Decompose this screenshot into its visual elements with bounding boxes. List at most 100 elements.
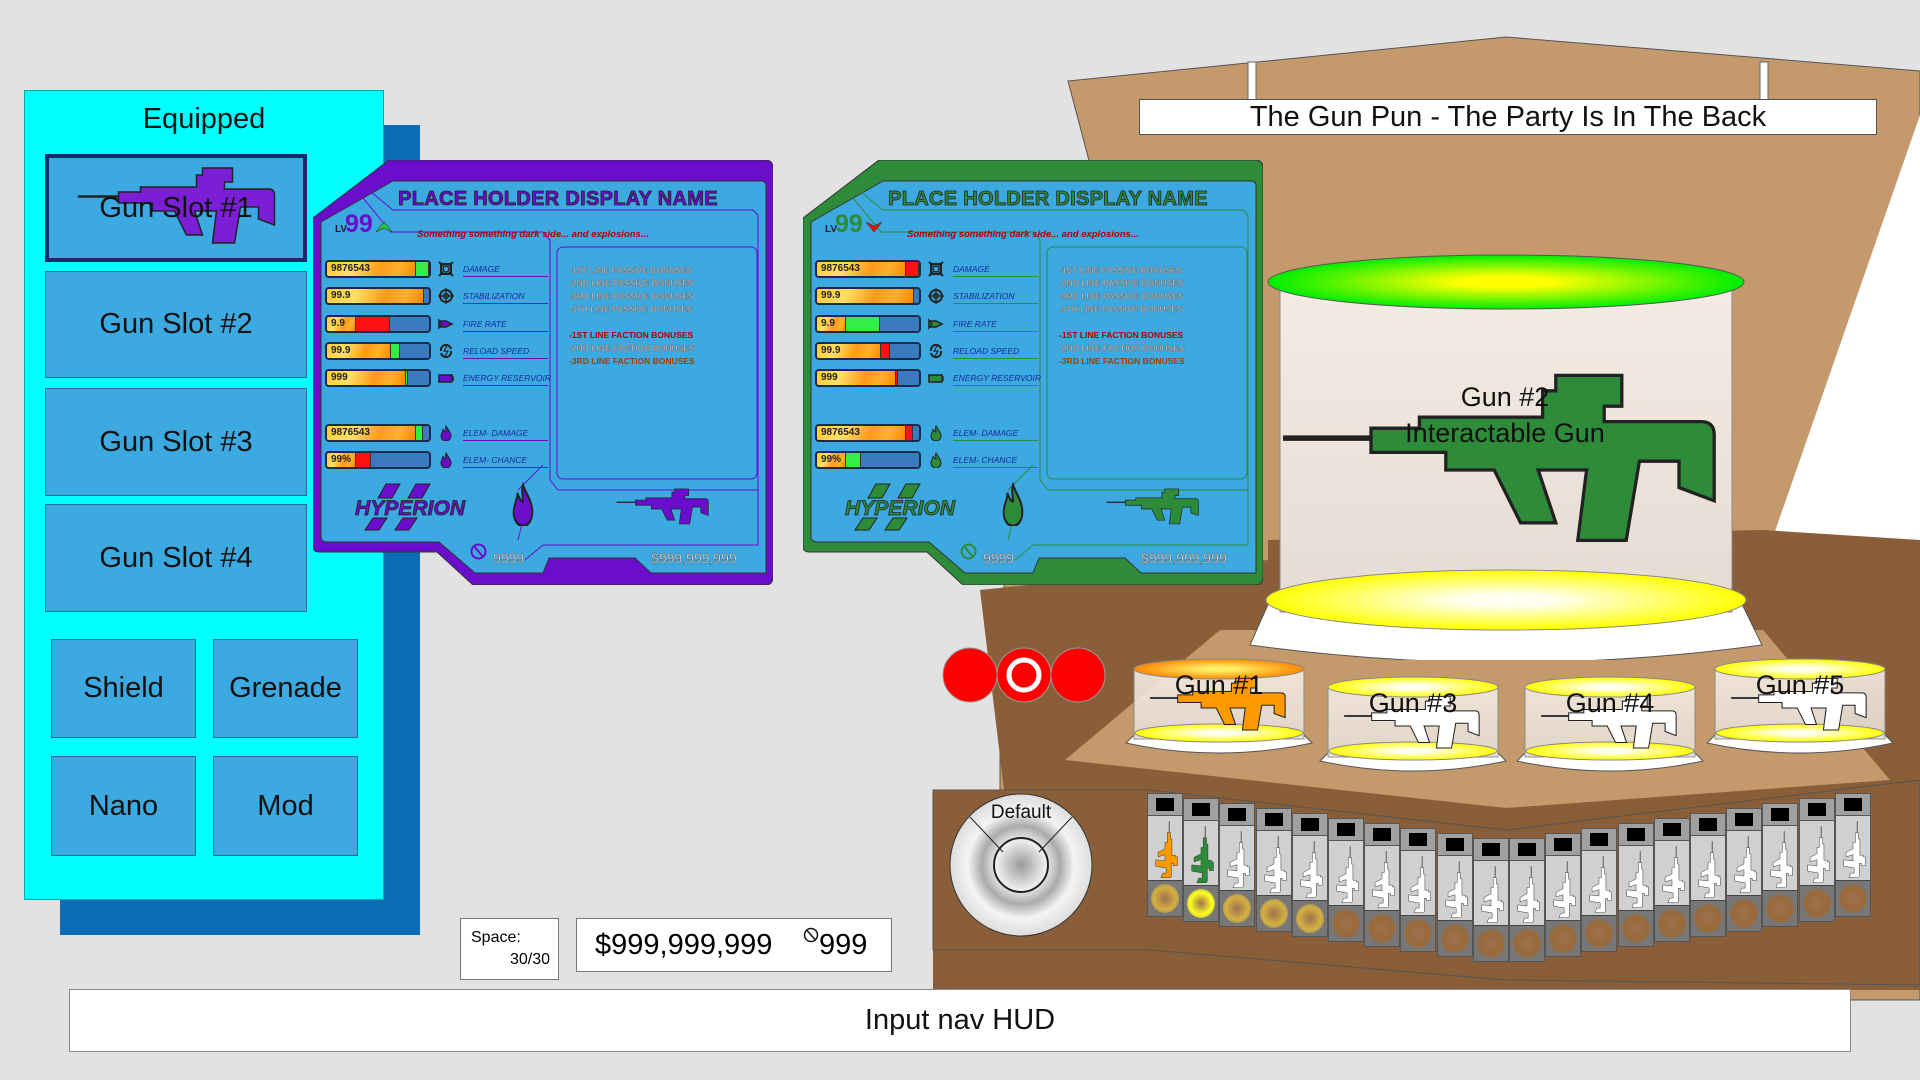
mod-label: Mod: [257, 789, 314, 822]
nano-slot[interactable]: Nano: [51, 756, 196, 856]
level-trend-down-icon: [865, 221, 883, 233]
rifle-icon: [1369, 848, 1395, 912]
equipped-gun-card: PLACE HOLDER DISPLAY NAME LV 99 Something s…: [313, 160, 773, 585]
flame-icon: [440, 425, 452, 441]
stat-label: DAMAGE: [463, 264, 500, 274]
rifle-icon: [616, 488, 709, 525]
rifle-icon: [1261, 833, 1287, 897]
space-label: Space:: [471, 929, 521, 946]
level-value: 99: [345, 210, 373, 238]
shelf-gun-item[interactable]: [1545, 833, 1582, 958]
page-dot[interactable]: [1050, 647, 1106, 703]
element-fire-icon: [512, 482, 534, 526]
gun-slot-label: Gun Slot #4: [99, 541, 253, 574]
shelf-gun-item[interactable]: [1255, 808, 1292, 933]
bonus-line: -2ND LINE FACTION BONUSES: [1059, 343, 1185, 353]
shelf-gun-item[interactable]: [1219, 803, 1256, 928]
shelf-gun-item[interactable]: [1328, 818, 1364, 943]
gun-slot-1[interactable]: Gun Slot #1: [45, 154, 307, 262]
stat-value: 99%: [331, 454, 352, 465]
rifle-icon: [1188, 823, 1214, 887]
grenade-label: Grenade: [229, 672, 342, 704]
featured-gun-display[interactable]: [1240, 250, 1780, 660]
stat-value: 99%: [821, 454, 842, 465]
page-dot[interactable]: [942, 647, 998, 703]
flame-icon: [440, 452, 452, 468]
shelf-gun-item[interactable]: [1400, 828, 1437, 953]
stat-value: 999: [821, 372, 838, 383]
level-value: 99: [835, 210, 863, 238]
stat-value: 9876543: [821, 427, 860, 438]
target-icon: [928, 288, 944, 304]
stat-bar: 9.9: [815, 315, 921, 333]
gun-price: $999,999,999: [1141, 550, 1227, 567]
stat-label: ENERGY RESERVOIR: [953, 373, 1042, 383]
bonus-line: -2ND LINE FACTION BONUSES: [569, 343, 695, 353]
stat-label: RELOAD SPEED: [953, 346, 1020, 356]
stat-value: 999: [331, 372, 348, 383]
bonus-line: -2ND LINE PASSIVE BONUSES: [569, 278, 694, 288]
stat-label: FIRE RATE: [463, 319, 507, 329]
store-gun-card: PLACE HOLDER DISPLAY NAME LV 99 Something s…: [803, 160, 1263, 585]
shelf-gun-item[interactable]: [1183, 798, 1220, 923]
bonus-line: -3RD LINE PASSIVE BONUSES: [1059, 291, 1184, 301]
rifle-icon: [1224, 828, 1250, 892]
reload-icon: [929, 343, 943, 359]
shelf-gun-item[interactable]: [1472, 838, 1509, 963]
shelf-gun-item[interactable]: [1436, 833, 1473, 958]
bonus-line: -3RD LINE FACTION BONUSES: [1059, 356, 1185, 366]
shelf-gun-item[interactable]: [1834, 793, 1871, 917]
input-nav-hud: Input nav HUD: [69, 989, 1851, 1052]
rifle-icon: [1478, 863, 1504, 927]
shelf-gun-item[interactable]: [1617, 823, 1654, 948]
mod-slot[interactable]: Mod: [213, 756, 358, 856]
stat-label: STABILIZATION: [953, 291, 1015, 301]
featured-gun-sublabel[interactable]: Interactable Gun: [1355, 418, 1655, 449]
stat-bar: 999: [325, 369, 431, 387]
shelf-gun-item[interactable]: [1147, 793, 1183, 917]
stat-bar: 9876543: [815, 424, 921, 442]
flame-icon: [930, 452, 942, 468]
manufacturer-logo: HYPERION: [355, 483, 466, 531]
stat-label: ELEM- DAMAGE: [953, 428, 1019, 438]
rifle-icon: [1695, 838, 1721, 902]
rifle-icon: [1442, 858, 1468, 922]
money-value: $999,999,999: [595, 929, 773, 961]
gun-price: $999,999,999: [651, 550, 737, 567]
gun-slot-4[interactable]: Gun Slot #4: [45, 504, 307, 612]
pedestal-label: Gun #4: [1565, 688, 1655, 718]
rifle-icon: [1106, 488, 1199, 525]
page-dot-active[interactable]: [996, 647, 1052, 703]
shelf-gun-item[interactable]: [1509, 838, 1545, 963]
shelf-gun-item[interactable]: [1762, 803, 1799, 928]
stat-bar: 99.9: [815, 287, 921, 305]
stat-label: STABILIZATION: [463, 291, 525, 301]
shield-slot[interactable]: Shield: [51, 639, 196, 738]
shelf-gun-item[interactable]: [1690, 813, 1726, 938]
stat-bar: 99.9: [815, 342, 921, 360]
eridium-icon: [470, 543, 487, 560]
stat-value: 99.9: [331, 290, 351, 301]
nano-label: Nano: [88, 789, 159, 822]
shelf-gun-item[interactable]: [1291, 813, 1328, 938]
target-icon: [438, 288, 454, 304]
shelf-gun-item[interactable]: [1726, 808, 1763, 933]
bonus-line: -4TH LINE PASSIVE BONUSES: [569, 304, 693, 314]
gun-count: 9999: [983, 550, 1015, 567]
shelf-gun-item[interactable]: [1653, 818, 1690, 943]
rifle-icon: [1840, 818, 1866, 882]
gun-slot-3[interactable]: Gun Slot #3: [45, 388, 307, 496]
rifle-icon: [1297, 838, 1323, 902]
shelf-gun-item[interactable]: [1798, 798, 1835, 923]
bullet-icon: [438, 318, 454, 330]
store-sign: The Gun Pun - The Party Is In The Back: [1139, 99, 1877, 135]
gun-slot-label: Gun Slot #2: [99, 308, 253, 340]
shelf-gun-item[interactable]: [1581, 828, 1618, 953]
bonus-line: -3RD LINE FACTION BONUSES: [569, 356, 695, 366]
shelf-gun-item[interactable]: [1364, 823, 1401, 948]
grenade-slot[interactable]: Grenade: [213, 639, 358, 738]
rifle-icon: [1731, 833, 1757, 897]
gun-slot-2[interactable]: Gun Slot #2: [45, 271, 307, 378]
flame-icon: [930, 425, 942, 441]
gun-tagline: Something something dark side... and exp…: [907, 229, 1139, 240]
